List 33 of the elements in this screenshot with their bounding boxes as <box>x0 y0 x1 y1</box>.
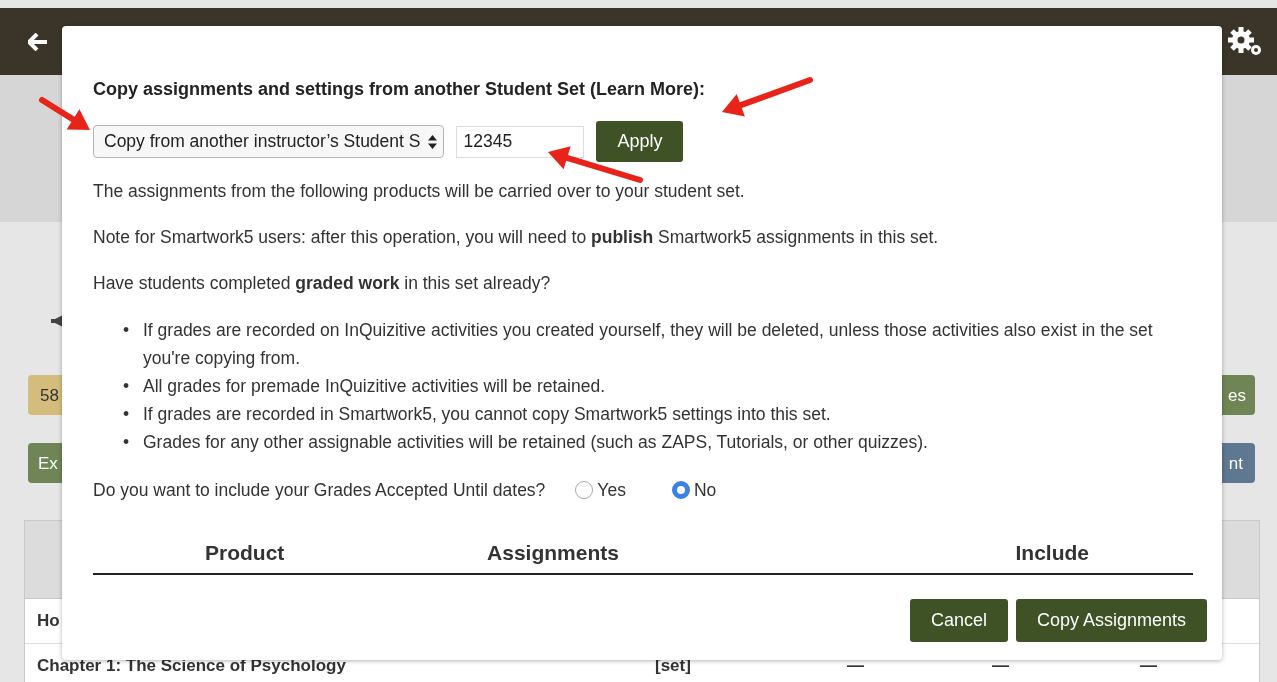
list-item: If grades are recorded in Smartwork5, you cannot copy Smartwork5 settings into this set. <box>143 403 831 426</box>
table-cell-text: [set] <box>655 655 691 678</box>
option-label: No <box>693 479 717 502</box>
option-label: Yes <box>597 479 626 502</box>
table-cell-text: Ho <box>37 610 60 633</box>
bullet-marker: • <box>123 431 131 454</box>
back-arrow-icon[interactable] <box>28 32 48 51</box>
sort-arrows-icon <box>428 134 438 149</box>
column-header: Product <box>205 541 285 565</box>
table-cell-text: — <box>1140 655 1157 678</box>
cancel-button[interactable]: Cancel <box>909 598 1008 642</box>
bullet-marker: • <box>123 319 131 342</box>
list-item: Grades for any other assignable activities will be retained (such as ZAPS, Tutorials, or other quizzes). <box>143 431 928 454</box>
bullet-marker: • <box>123 375 131 398</box>
radio-button[interactable] <box>671 481 690 500</box>
paragraph: The assignments from the following products will be carried over to your student set. <box>93 180 745 203</box>
column-header: Include <box>1015 541 1089 565</box>
paragraph: Have students completed graded work in this set already? <box>93 272 551 295</box>
column-header: Assignments <box>487 541 619 565</box>
set-id-field[interactable]: 12345 <box>456 125 585 158</box>
dialog-heading: Copy assignments and settings from another Student Set (Learn More): <box>93 78 706 101</box>
copy-assignments-button[interactable]: Copy Assignments <box>1015 598 1207 642</box>
table-cell-text: — <box>847 655 864 678</box>
apply-button[interactable]: Apply <box>596 121 684 162</box>
list-item: All grades for premade InQuizitive activities will be retained. <box>143 375 605 398</box>
radio-button[interactable] <box>575 481 594 500</box>
arrow <box>39 97 90 130</box>
question-text: Do you want to include your Grades Accepted Until dates? <box>93 479 546 502</box>
source-select[interactable]: Copy from another instructor’s Student S <box>93 125 445 158</box>
bullet-marker: • <box>123 403 131 426</box>
table-cell-text: — <box>992 655 1009 678</box>
paragraph: Note for Smartwork5 users: after this operation, you will need to publish Smartwork5 assignments in this set. <box>93 226 939 249</box>
list-item: If grades are recorded on InQuizitive activities you created yourself, they will be deleted, unless those activities also exist in the set you're copying from. <box>143 319 1154 370</box>
